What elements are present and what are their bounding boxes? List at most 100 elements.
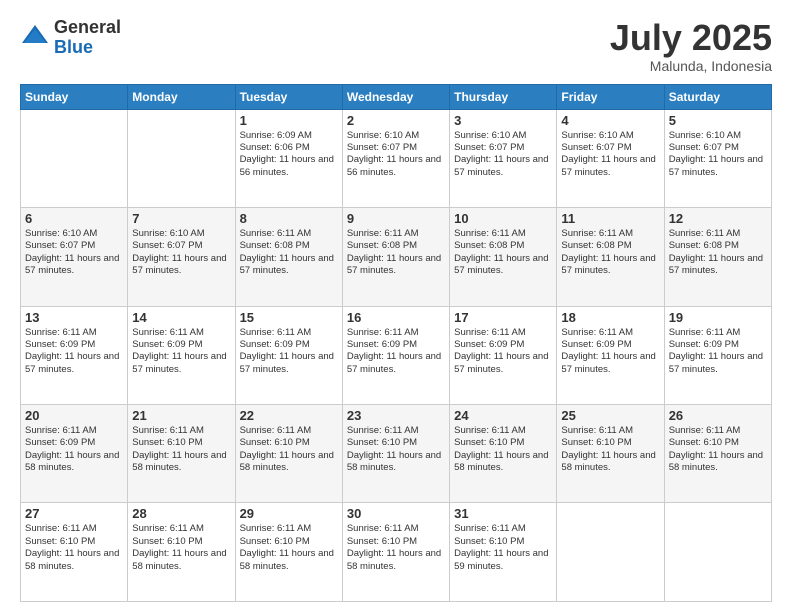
day-number: 10 <box>454 211 552 226</box>
calendar-cell: 4 Sunrise: 6:10 AM Sunset: 6:07 PM Daylig… <box>557 109 664 207</box>
calendar-cell: 9Sunrise: 6:11 AM Sunset: 6:08 PM Daylig… <box>342 208 449 306</box>
calendar-header-tuesday: Tuesday <box>235 84 342 109</box>
day-info: Sunrise: 6:11 AM Sunset: 6:09 PM Dayligh… <box>669 327 767 376</box>
calendar-cell <box>21 109 128 207</box>
title-block: July 2025 Malunda, Indonesia <box>610 18 772 74</box>
day-number: 7 <box>132 211 230 226</box>
day-number: 15 <box>240 310 338 325</box>
calendar-header-sunday: Sunday <box>21 84 128 109</box>
day-number: 1 <box>240 113 338 128</box>
day-info: Sunrise: 6:10 AM Sunset: 6:07 PM Dayligh… <box>132 228 230 277</box>
calendar-cell: 5 Sunrise: 6:10 AM Sunset: 6:07 PM Daylig… <box>664 109 771 207</box>
calendar-cell: 17 Sunrise: 6:11 AM Sunset: 6:09 PM Dayli… <box>450 306 557 404</box>
day-number: 3 <box>454 113 552 128</box>
calendar: SundayMondayTuesdayWednesdayThursdayFrid… <box>20 84 772 602</box>
day-number: 23 <box>347 408 445 423</box>
calendar-cell: 11 Sunrise: 6:11 AM Sunset: 6:08 PM Dayli… <box>557 208 664 306</box>
calendar-week-2: 13Sunrise: 6:11 AM Sunset: 6:09 PM Dayli… <box>21 306 772 404</box>
day-number: 8 <box>240 211 338 226</box>
calendar-week-1: 6 Sunrise: 6:10 AM Sunset: 6:07 PM Daylig… <box>21 208 772 306</box>
calendar-cell: 13Sunrise: 6:11 AM Sunset: 6:09 PM Dayli… <box>21 306 128 404</box>
calendar-header-friday: Friday <box>557 84 664 109</box>
day-info: Sunrise: 6:11 AM Sunset: 6:08 PM Dayligh… <box>669 228 767 277</box>
calendar-cell: 21 Sunrise: 6:11 AM Sunset: 6:10 PM Dayli… <box>128 405 235 503</box>
calendar-cell: 30Sunrise: 6:11 AM Sunset: 6:10 PM Dayli… <box>342 503 449 602</box>
day-number: 25 <box>561 408 659 423</box>
day-info: Sunrise: 6:11 AM Sunset: 6:10 PM Dayligh… <box>454 523 552 572</box>
day-number: 22 <box>240 408 338 423</box>
day-info: Sunrise: 6:11 AM Sunset: 6:10 PM Dayligh… <box>132 523 230 572</box>
day-info: Sunrise: 6:10 AM Sunset: 6:07 PM Dayligh… <box>25 228 123 277</box>
calendar-cell: 8 Sunrise: 6:11 AM Sunset: 6:08 PM Daylig… <box>235 208 342 306</box>
logo-text: General Blue <box>54 18 121 58</box>
calendar-cell: 3 Sunrise: 6:10 AM Sunset: 6:07 PM Daylig… <box>450 109 557 207</box>
calendar-header-monday: Monday <box>128 84 235 109</box>
day-info: Sunrise: 6:11 AM Sunset: 6:10 PM Dayligh… <box>240 425 338 474</box>
day-number: 4 <box>561 113 659 128</box>
calendar-cell: 26 Sunrise: 6:11 AM Sunset: 6:10 PM Dayli… <box>664 405 771 503</box>
calendar-cell <box>664 503 771 602</box>
calendar-cell: 31 Sunrise: 6:11 AM Sunset: 6:10 PM Dayli… <box>450 503 557 602</box>
day-number: 12 <box>669 211 767 226</box>
day-info: Sunrise: 6:11 AM Sunset: 6:09 PM Dayligh… <box>561 327 659 376</box>
day-info: Sunrise: 6:11 AM Sunset: 6:10 PM Dayligh… <box>454 425 552 474</box>
day-number: 14 <box>132 310 230 325</box>
day-info: Sunrise: 6:11 AM Sunset: 6:08 PM Dayligh… <box>240 228 338 277</box>
logo-blue: Blue <box>54 38 121 58</box>
day-number: 31 <box>454 506 552 521</box>
calendar-week-4: 27Sunrise: 6:11 AM Sunset: 6:10 PM Dayli… <box>21 503 772 602</box>
day-info: Sunrise: 6:10 AM Sunset: 6:07 PM Dayligh… <box>669 130 767 179</box>
page: General Blue July 2025 Malunda, Indonesi… <box>0 0 792 612</box>
day-info: Sunrise: 6:11 AM Sunset: 6:10 PM Dayligh… <box>240 523 338 572</box>
calendar-cell: 18Sunrise: 6:11 AM Sunset: 6:09 PM Dayli… <box>557 306 664 404</box>
logo-icon <box>20 23 50 53</box>
day-info: Sunrise: 6:11 AM Sunset: 6:09 PM Dayligh… <box>132 327 230 376</box>
day-number: 5 <box>669 113 767 128</box>
calendar-cell: 2 Sunrise: 6:10 AM Sunset: 6:07 PM Daylig… <box>342 109 449 207</box>
day-info: Sunrise: 6:11 AM Sunset: 6:09 PM Dayligh… <box>25 425 123 474</box>
month-title: July 2025 <box>610 18 772 58</box>
day-info: Sunrise: 6:11 AM Sunset: 6:09 PM Dayligh… <box>454 327 552 376</box>
day-number: 11 <box>561 211 659 226</box>
calendar-cell: 1 Sunrise: 6:09 AM Sunset: 6:06 PM Daylig… <box>235 109 342 207</box>
day-info: Sunrise: 6:10 AM Sunset: 6:07 PM Dayligh… <box>454 130 552 179</box>
calendar-week-3: 20Sunrise: 6:11 AM Sunset: 6:09 PM Dayli… <box>21 405 772 503</box>
header: General Blue July 2025 Malunda, Indonesi… <box>20 18 772 74</box>
calendar-header-thursday: Thursday <box>450 84 557 109</box>
day-info: Sunrise: 6:09 AM Sunset: 6:06 PM Dayligh… <box>240 130 338 179</box>
day-info: Sunrise: 6:11 AM Sunset: 6:10 PM Dayligh… <box>561 425 659 474</box>
location: Malunda, Indonesia <box>610 58 772 74</box>
calendar-cell: 7 Sunrise: 6:10 AM Sunset: 6:07 PM Daylig… <box>128 208 235 306</box>
day-info: Sunrise: 6:11 AM Sunset: 6:09 PM Dayligh… <box>347 327 445 376</box>
day-info: Sunrise: 6:11 AM Sunset: 6:10 PM Dayligh… <box>347 523 445 572</box>
calendar-cell: 22 Sunrise: 6:11 AM Sunset: 6:10 PM Dayli… <box>235 405 342 503</box>
day-number: 28 <box>132 506 230 521</box>
day-number: 21 <box>132 408 230 423</box>
calendar-cell <box>128 109 235 207</box>
calendar-cell: 20Sunrise: 6:11 AM Sunset: 6:09 PM Dayli… <box>21 405 128 503</box>
day-number: 17 <box>454 310 552 325</box>
day-number: 16 <box>347 310 445 325</box>
day-info: Sunrise: 6:11 AM Sunset: 6:10 PM Dayligh… <box>132 425 230 474</box>
day-number: 9 <box>347 211 445 226</box>
day-number: 24 <box>454 408 552 423</box>
day-number: 2 <box>347 113 445 128</box>
day-number: 29 <box>240 506 338 521</box>
logo-general: General <box>54 18 121 38</box>
day-number: 26 <box>669 408 767 423</box>
day-info: Sunrise: 6:11 AM Sunset: 6:09 PM Dayligh… <box>25 327 123 376</box>
calendar-header-row: SundayMondayTuesdayWednesdayThursdayFrid… <box>21 84 772 109</box>
day-info: Sunrise: 6:11 AM Sunset: 6:10 PM Dayligh… <box>669 425 767 474</box>
day-info: Sunrise: 6:11 AM Sunset: 6:08 PM Dayligh… <box>454 228 552 277</box>
calendar-header-saturday: Saturday <box>664 84 771 109</box>
day-info: Sunrise: 6:11 AM Sunset: 6:09 PM Dayligh… <box>240 327 338 376</box>
calendar-cell: 6 Sunrise: 6:10 AM Sunset: 6:07 PM Daylig… <box>21 208 128 306</box>
calendar-week-0: 1 Sunrise: 6:09 AM Sunset: 6:06 PM Daylig… <box>21 109 772 207</box>
day-info: Sunrise: 6:11 AM Sunset: 6:10 PM Dayligh… <box>25 523 123 572</box>
calendar-cell: 12 Sunrise: 6:11 AM Sunset: 6:08 PM Dayli… <box>664 208 771 306</box>
day-info: Sunrise: 6:11 AM Sunset: 6:08 PM Dayligh… <box>561 228 659 277</box>
day-number: 6 <box>25 211 123 226</box>
day-info: Sunrise: 6:10 AM Sunset: 6:07 PM Dayligh… <box>561 130 659 179</box>
day-info: Sunrise: 6:10 AM Sunset: 6:07 PM Dayligh… <box>347 130 445 179</box>
calendar-cell: 24 Sunrise: 6:11 AM Sunset: 6:10 PM Dayli… <box>450 405 557 503</box>
